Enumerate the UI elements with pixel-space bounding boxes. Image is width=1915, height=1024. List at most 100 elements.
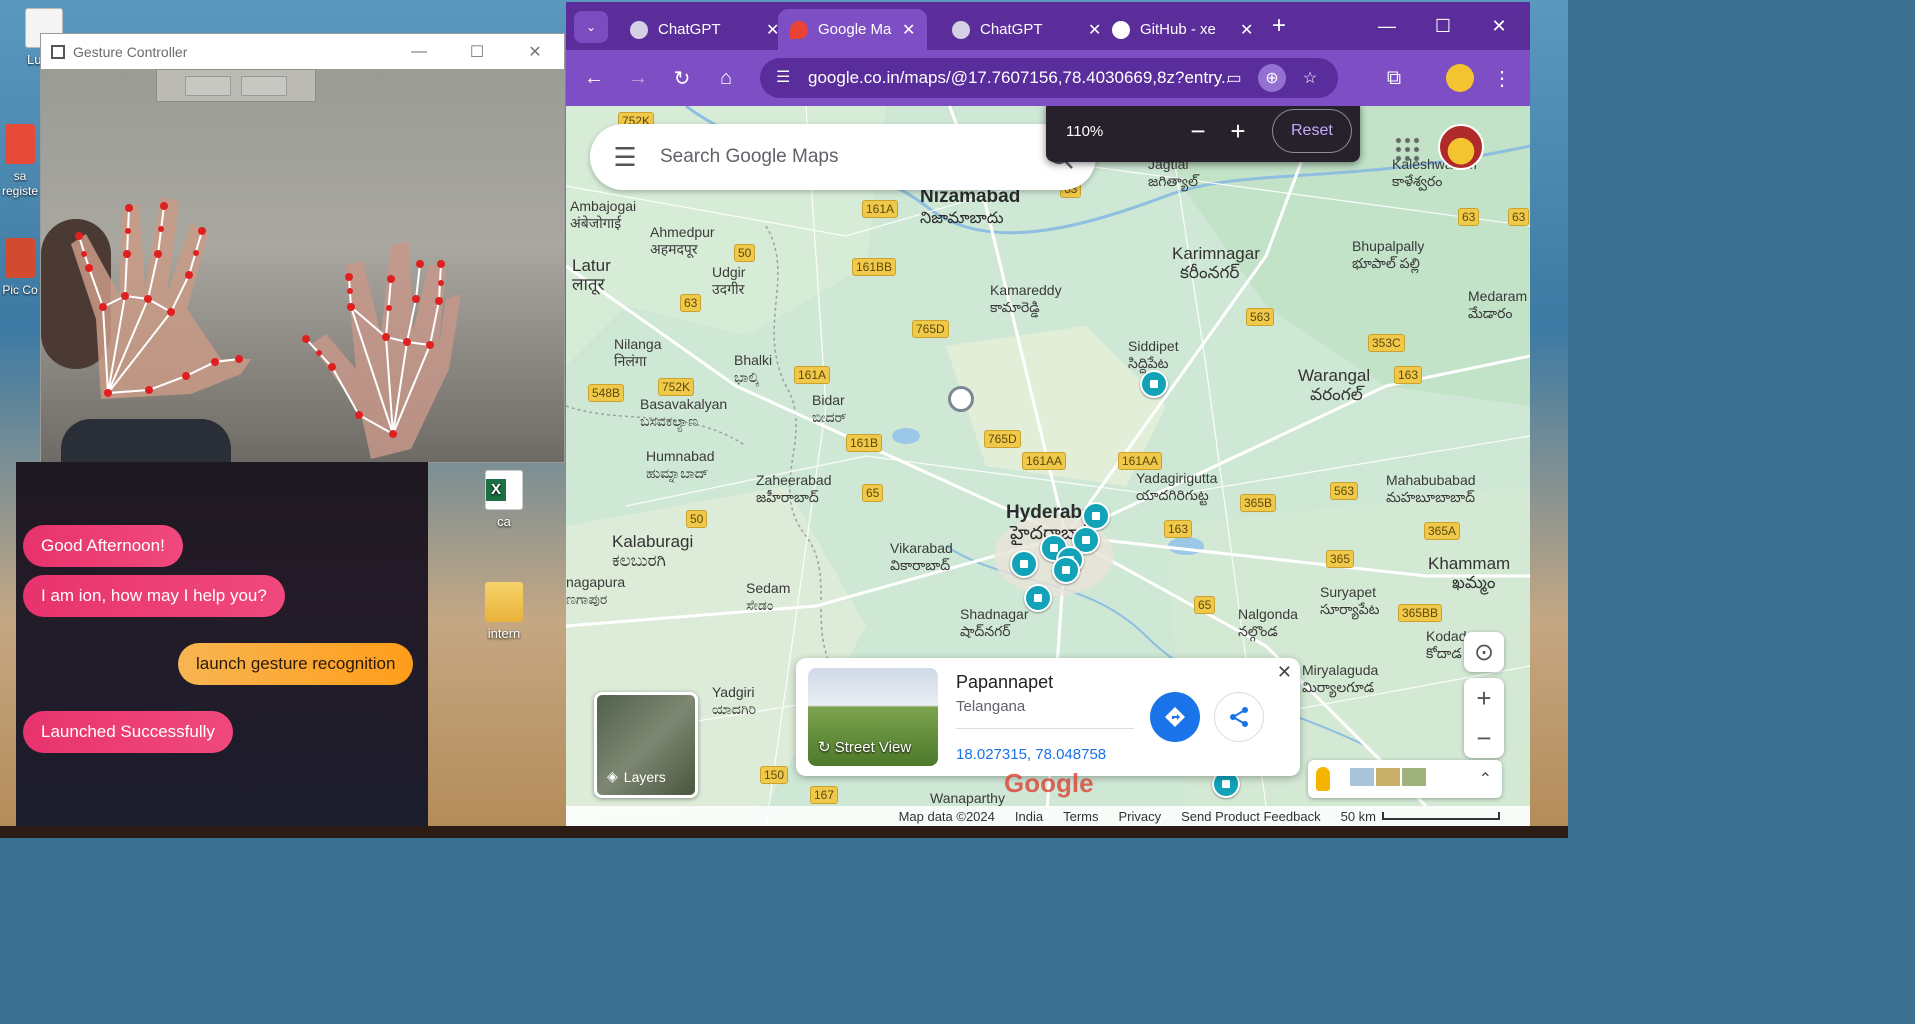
place-label: Nizamabad నిజామాబాదు xyxy=(920,186,1021,227)
country-link[interactable]: India xyxy=(1015,809,1043,824)
road-shield: 50 xyxy=(734,244,756,262)
gesture-window-titlebar[interactable]: Gesture Controller — ☐ ✕ xyxy=(41,34,564,69)
road-shield: 365A xyxy=(1424,522,1461,540)
tab-google-maps[interactable]: Google Ma ✕ xyxy=(778,9,928,50)
desktop-icon-ca[interactable]: ca xyxy=(474,470,534,529)
map-search-box[interactable]: ☰ Search Google Maps xyxy=(590,124,1096,190)
layers-button[interactable]: ◈ Layers xyxy=(594,692,698,798)
saved-place-pin-icon[interactable] xyxy=(1024,584,1052,612)
place-label: Ahmedpur अहमदपूर xyxy=(650,224,715,257)
layers-icon: ◈ xyxy=(607,768,618,784)
location-pin-icon[interactable] xyxy=(948,386,974,412)
maximize-button[interactable]: ☐ xyxy=(448,34,506,69)
scale-bar[interactable]: 50 km xyxy=(1341,809,1500,824)
browser-window: ⌄ ChatGPT ✕ Google Ma ✕ ChatGPT ✕ GitHub… xyxy=(566,2,1530,826)
home-button[interactable]: ⌂ xyxy=(704,58,748,98)
taskbar xyxy=(0,826,1568,838)
street-view-icon: ↻ xyxy=(818,739,835,756)
privacy-link[interactable]: Privacy xyxy=(1118,809,1161,824)
road-shield: 150 xyxy=(760,766,789,784)
zoom-icon[interactable]: ⊕ xyxy=(1258,64,1286,92)
menu-icon[interactable]: ☰ xyxy=(590,142,660,173)
saved-place-pin-icon[interactable] xyxy=(1052,556,1080,584)
saved-place-pin-icon[interactable] xyxy=(1140,370,1168,398)
place-label: Nalgonda నల్గొండ xyxy=(1238,606,1298,639)
zoom-in-button[interactable]: + xyxy=(1218,116,1258,147)
tab-chatgpt-1[interactable]: ChatGPT ✕ xyxy=(618,9,791,50)
street-view-thumbnail[interactable]: ↻ Street View xyxy=(808,668,938,766)
chrome-menu-icon[interactable]: ⋮ xyxy=(1480,58,1524,98)
zoom-reset-button[interactable]: Reset xyxy=(1272,109,1352,153)
zoom-out-button[interactable]: − xyxy=(1178,116,1218,147)
road-shield: 63 xyxy=(680,294,702,312)
road-shield: 163 xyxy=(1394,366,1423,384)
new-tab-button[interactable]: + xyxy=(1256,10,1302,42)
road-shield: 163 xyxy=(1164,520,1193,538)
expand-chevron-icon[interactable]: ⌃ xyxy=(1479,769,1492,789)
feedback-link[interactable]: Send Product Feedback xyxy=(1181,809,1320,824)
desktop-icon-pic[interactable]: Pic Co xyxy=(0,238,40,297)
site-info-icon[interactable]: ☰ xyxy=(776,67,790,87)
my-location-button[interactable]: ⊙ xyxy=(1464,632,1504,672)
close-button[interactable]: ✕ xyxy=(506,34,564,69)
place-label: Yadagirigutta యాదగిరిగుట్ట xyxy=(1136,470,1218,503)
map-zoom-out-button[interactable]: − xyxy=(1464,718,1504,758)
tab-github[interactable]: GitHub - xe ✕ xyxy=(1100,9,1265,50)
road-shield: 765D xyxy=(984,430,1021,448)
directions-button[interactable] xyxy=(1150,692,1200,742)
app-window-icon xyxy=(51,44,65,59)
tab-chatgpt-2[interactable]: ChatGPT ✕ xyxy=(940,9,1113,50)
share-button[interactable] xyxy=(1214,692,1264,742)
tab-strip: ⌄ ChatGPT ✕ Google Ma ✕ ChatGPT ✕ GitHub… xyxy=(566,2,1530,50)
place-label: Karimnagar కరీంనగర్ xyxy=(1172,244,1260,282)
map-zoom-in-button[interactable]: + xyxy=(1464,678,1504,718)
desktop-icon-intern[interactable]: intern xyxy=(474,582,534,641)
map-footer: Map data ©2024 India Terms Privacy Send … xyxy=(566,806,1530,826)
map-type-thumbnails[interactable] xyxy=(1350,767,1428,791)
place-label: nagapura ಣಗಾಪುರ xyxy=(566,574,626,607)
google-apps-icon[interactable] xyxy=(1394,136,1420,162)
tab-search-button[interactable]: ⌄ xyxy=(574,11,608,43)
account-avatar[interactable] xyxy=(1438,124,1484,170)
minimize-button[interactable]: — xyxy=(1364,10,1410,42)
install-app-icon[interactable]: ▭ xyxy=(1220,64,1248,92)
place-label: Yadgiri ಯಾದಗಿರಿ xyxy=(712,684,757,717)
map-canvas[interactable]: Nizamabad నిజామాబాదు Karimnagar కరీంనగర్ H… xyxy=(566,106,1530,826)
forward-button[interactable]: → xyxy=(616,58,660,98)
chatgpt-icon xyxy=(952,20,970,39)
webcam-feed xyxy=(41,69,564,462)
minimize-button[interactable]: — xyxy=(390,34,448,69)
place-coordinates[interactable]: 18.027315, 78.048758 xyxy=(956,746,1106,763)
zoom-popup: 110% − + Reset xyxy=(1046,106,1360,162)
gesture-controller-window: Gesture Controller — ☐ ✕ xyxy=(40,33,565,463)
place-label: Basavakalyan ಬಸವಕಲ್ಯಾಣ xyxy=(640,396,728,429)
saved-place-pin-icon[interactable] xyxy=(1010,550,1038,578)
road-shield: 65 xyxy=(1194,596,1216,614)
address-bar[interactable]: ☰ google.co.in/maps/@17.7607156,78.40306… xyxy=(760,58,1338,98)
gesture-window-title: Gesture Controller xyxy=(73,43,188,60)
profile-avatar[interactable] xyxy=(1446,64,1474,92)
desktop-icon-registe[interactable]: sa registe xyxy=(0,124,40,198)
bookmark-star-icon[interactable]: ☆ xyxy=(1296,64,1324,92)
close-button[interactable]: ✕ xyxy=(1476,10,1522,42)
zoom-percent: 110% xyxy=(1066,122,1104,140)
place-label: Latur लातूर xyxy=(572,256,611,294)
map-zoom-control: + − xyxy=(1464,678,1504,758)
tab-close-icon[interactable]: ✕ xyxy=(902,20,915,40)
pdf-icon xyxy=(5,124,35,164)
chat-message-bot: Launched Successfully xyxy=(23,711,233,753)
place-label: Suryapet సూర్యాపేట xyxy=(1320,584,1380,617)
pegman-icon[interactable] xyxy=(1316,767,1330,791)
close-card-button[interactable]: ✕ xyxy=(1277,662,1292,683)
extensions-icon[interactable]: ⧉ xyxy=(1372,58,1416,98)
place-label: Humnabad ಹುಮ್ನಾಬಾದ್ xyxy=(646,448,715,481)
back-button[interactable]: ← xyxy=(572,58,616,98)
road-shield: 161A xyxy=(862,200,899,218)
tab-close-icon[interactable]: ✕ xyxy=(1240,20,1253,40)
share-icon xyxy=(1230,707,1248,727)
search-input[interactable]: Search Google Maps xyxy=(660,146,1026,168)
maximize-button[interactable]: ☐ xyxy=(1420,10,1466,42)
road-shield: 752K xyxy=(658,378,695,396)
terms-link[interactable]: Terms xyxy=(1063,809,1098,824)
reload-button[interactable]: ↻ xyxy=(660,58,704,98)
